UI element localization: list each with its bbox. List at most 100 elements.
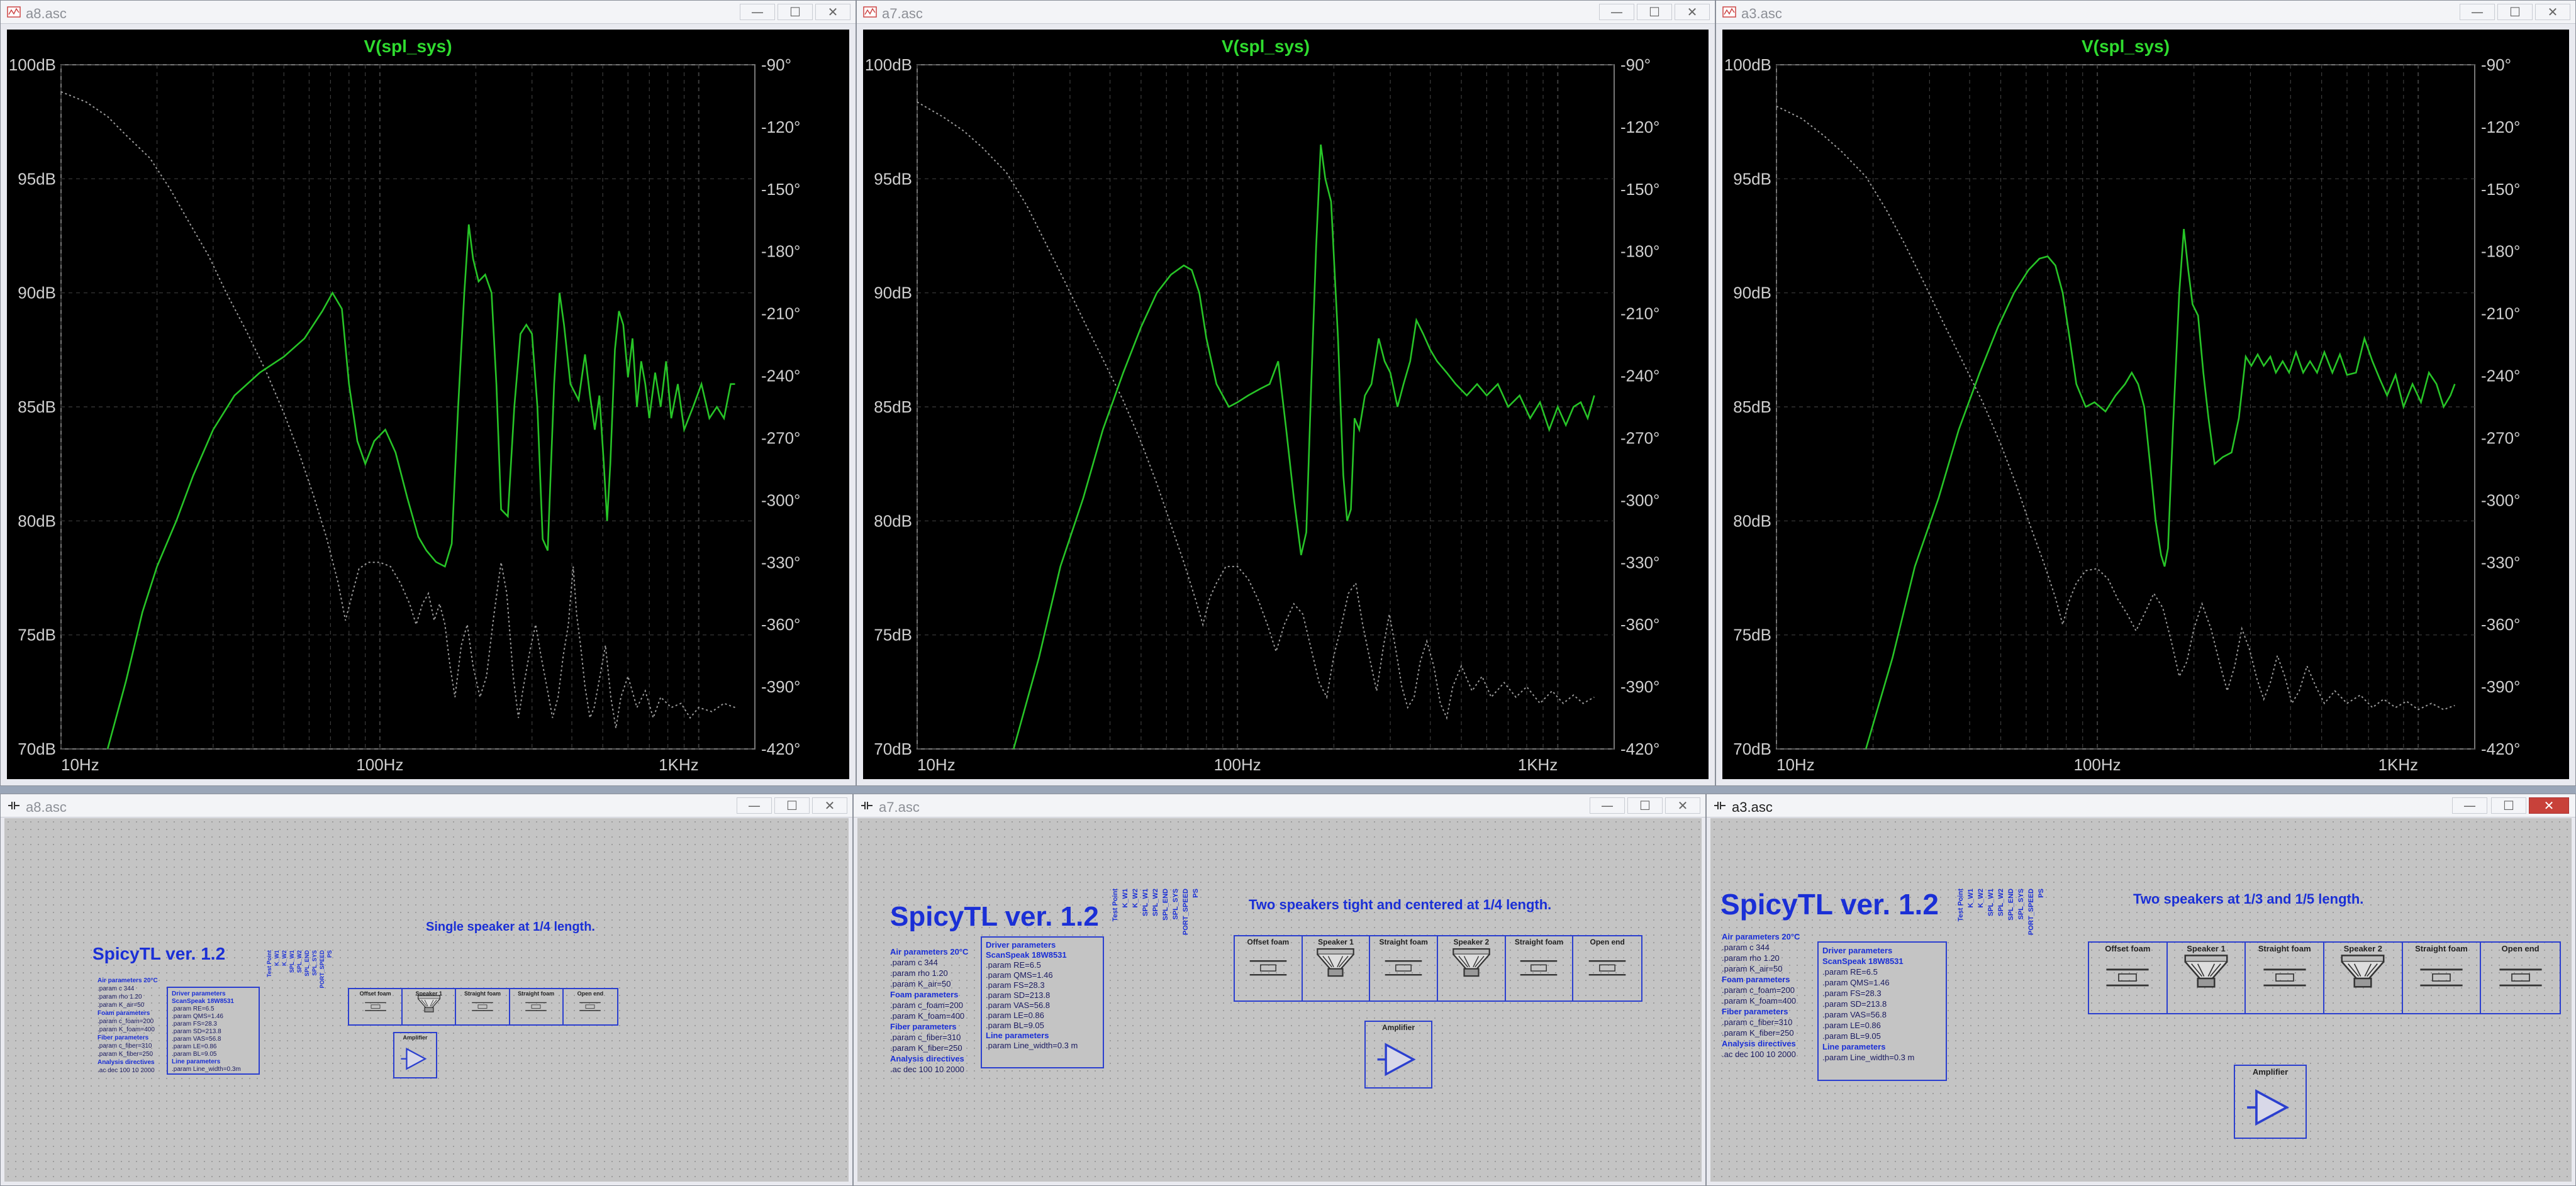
close-button[interactable]: ✕ [1675, 4, 1710, 20]
y2-tick-label: -270° [761, 428, 800, 447]
close-button[interactable]: ✕ [815, 4, 850, 20]
title-bar[interactable]: a7.asc — ☐ ✕ [857, 1, 1715, 24]
line-segment[interactable]: Offset foam [1235, 936, 1303, 1000]
maximize-button[interactable]: ☐ [2497, 4, 2533, 20]
net-label: SPL_W2 [296, 950, 303, 973]
line-segment-icon [2420, 968, 2463, 987]
trace-label: V(spl_sys) [1222, 36, 1310, 56]
plot-pane[interactable]: 100dB 95dB 90dB 85dB 80dB 75dB 70dB -90° -120° -1… [1722, 30, 2569, 779]
net-label: PORT_SPEED [319, 950, 325, 989]
y-tick-label: 90dB [874, 284, 912, 302]
line-segment[interactable]: Open end [1573, 936, 1641, 1000]
minimize-button[interactable]: — [740, 4, 775, 20]
phase-trace [61, 91, 735, 729]
param-heading: Fiber parameters [1722, 1007, 1788, 1016]
plot-pane[interactable]: 100dB 95dB 90dB 85dB 80dB 75dB 70dB -90° -120° -1… [863, 30, 1709, 779]
line-segment-icon [1385, 960, 1422, 976]
amplifier-block[interactable]: Amplifier [393, 1032, 437, 1078]
y2-tick-label: -420° [2481, 740, 2520, 758]
net-label: PS [326, 950, 333, 958]
speaker-segment[interactable]: Speaker 2 [2324, 943, 2403, 1013]
minimize-button[interactable]: — [737, 797, 772, 814]
speaker-segment[interactable]: Speaker 1 [1303, 936, 1371, 1000]
net-label: SPL_END [1162, 889, 1169, 921]
plot-window-a3[interactable]: a3.asc — ☐ ✕ 100dB 95dB 90dB 85dB 80dB 75dB 70… [1715, 0, 2576, 786]
speaker-segment[interactable]: Speaker 2 [1438, 936, 1506, 1000]
segment-label: Offset foam [1247, 938, 1290, 946]
window-title: a7.asc [882, 6, 923, 21]
net-label: K_W2 [1977, 889, 1985, 908]
y2-tick-label: -150° [1620, 180, 1659, 199]
y2-tick-label: -90° [1620, 55, 1651, 74]
minimize-button[interactable]: — [2452, 797, 2487, 814]
schematic-canvas[interactable]: SpicyTL ver. 1.2 Two speakers tight and … [857, 818, 1702, 1182]
line-segment[interactable]: Straight foam [1370, 936, 1438, 1000]
schematic-canvas[interactable]: SpicyTL ver. 1.2 Two speakers at 1/3 and… [1710, 818, 2572, 1182]
x-tick-label: 1KHz [659, 755, 699, 774]
speaker-segment[interactable]: Speaker 1 [2168, 943, 2246, 1013]
line-segment[interactable]: Straight foam [1506, 936, 1574, 1000]
y-tick-label: 90dB [18, 284, 56, 302]
x-tick-label: 100Hz [2074, 755, 2121, 774]
schematic-window-a3[interactable]: a3.asc — ☐ ✕ SpicyTL ver. 1.2 Two speake… [1706, 794, 2576, 1186]
minimize-button[interactable]: — [1590, 797, 1625, 814]
driver-parameter-box: Driver parameters ScanSpeak 18W8531 .param… [167, 987, 260, 1075]
plot-pane[interactable]: 100dB 95dB 90dB 85dB 80dB 75dB 70dB -90° -120° -1… [7, 30, 849, 779]
waveform-plot[interactable]: 100dB 95dB 90dB 85dB 80dB 75dB 70dB -90° -120° -1… [863, 30, 1709, 779]
schematic-window-a8[interactable]: a8.asc — ☐ ✕ SpicyTL ver. 1.2 Single spe… [0, 794, 853, 1186]
close-button[interactable]: ✕ [1665, 797, 1700, 814]
title-bar[interactable]: a3.asc — ☐ ✕ [1716, 1, 2575, 24]
magnitude-trace [1865, 228, 2456, 749]
line-segment[interactable]: Straight foam [456, 989, 510, 1024]
param-line: .param K_fiber=250 [890, 1043, 962, 1053]
net-label: SPL_W1 [1987, 889, 1995, 917]
line-segment[interactable]: Straight foam [510, 989, 564, 1024]
plot-window-a8[interactable]: a8.asc — ☐ ✕ 100dB 95dB 90dB 85dB 80dB 75dB 70… [0, 0, 856, 786]
line-segment[interactable]: Offset foam [2089, 943, 2168, 1013]
close-button[interactable]: ✕ [2535, 4, 2570, 20]
minimize-button[interactable]: — [2460, 4, 2495, 20]
waveform-plot[interactable]: 100dB 95dB 90dB 85dB 80dB 75dB 70dB -90° -120° -1… [7, 30, 849, 779]
schematic-window-a7[interactable]: a7.asc — ☐ ✕ SpicyTL ver. 1.2 Two speake… [853, 794, 1706, 1186]
minimize-button[interactable]: — [1599, 4, 1634, 20]
line-segment[interactable]: Open end [2481, 943, 2560, 1013]
waveform-plot[interactable]: 100dB 95dB 90dB 85dB 80dB 75dB 70dB -90° -120° -1… [1722, 30, 2569, 779]
trace-label: V(spl_sys) [2082, 36, 2170, 56]
y2-tick-label: -90° [2481, 55, 2511, 74]
line-segment[interactable]: Straight foam [2246, 943, 2324, 1013]
maximize-button[interactable]: ☐ [1627, 797, 1663, 814]
line-segment-icon [1249, 960, 1287, 976]
param-line: .param c_fiber=310 [1722, 1017, 1793, 1027]
param-heading: Analysis directives [1722, 1039, 1796, 1048]
y-tick-label: 75dB [1733, 626, 1771, 645]
maximize-button[interactable]: ☐ [2491, 797, 2526, 814]
plot-window-a7[interactable]: a7.asc — ☐ ✕ 100dB 95dB 90dB 85dB 80dB 75dB 70… [856, 0, 1715, 786]
window-title: a3.asc [1732, 799, 1773, 815]
title-bar[interactable]: a8.asc — ☐ ✕ [1, 794, 852, 817]
waveform-app-icon [863, 6, 877, 18]
maximize-button[interactable]: ☐ [1637, 4, 1672, 20]
title-bar[interactable]: a8.asc — ☐ ✕ [1, 1, 856, 24]
param-line: .ac dec 100 10 2000 [890, 1065, 964, 1074]
close-button[interactable]: ✕ [812, 797, 847, 814]
param-line: .param rho 1.20 [98, 994, 142, 1000]
maximize-button[interactable]: ☐ [774, 797, 810, 814]
title-bar[interactable]: a3.asc — ☐ ✕ [1707, 794, 2575, 817]
amplifier-label: Amplifier [403, 1034, 428, 1041]
line-segment[interactable]: Offset foam [349, 989, 403, 1024]
param-line: .param FS=28.3 [986, 980, 1045, 990]
close-button[interactable]: ✕ [2529, 797, 2569, 814]
param-heading: Foam parameters [890, 990, 959, 999]
net-label: SPL_W1 [289, 950, 295, 973]
line-segment[interactable]: Straight foam [2403, 943, 2482, 1013]
maximize-button[interactable]: ☐ [778, 4, 813, 20]
line-segment[interactable]: Open end [564, 989, 617, 1024]
amplifier-block[interactable]: Amplifier [1364, 1021, 1432, 1089]
schematic-app-icon [1714, 802, 1726, 809]
amplifier-block[interactable]: Amplifier [2234, 1065, 2307, 1139]
schematic-canvas[interactable]: SpicyTL ver. 1.2 Single speaker at 1/4 l… [4, 818, 849, 1182]
net-label: SPL_W2 [1997, 889, 2005, 917]
y-tick-label: 90dB [1733, 284, 1771, 302]
speaker-segment[interactable]: Speaker 1 [403, 989, 457, 1024]
title-bar[interactable]: a7.asc — ☐ ✕ [854, 794, 1705, 817]
